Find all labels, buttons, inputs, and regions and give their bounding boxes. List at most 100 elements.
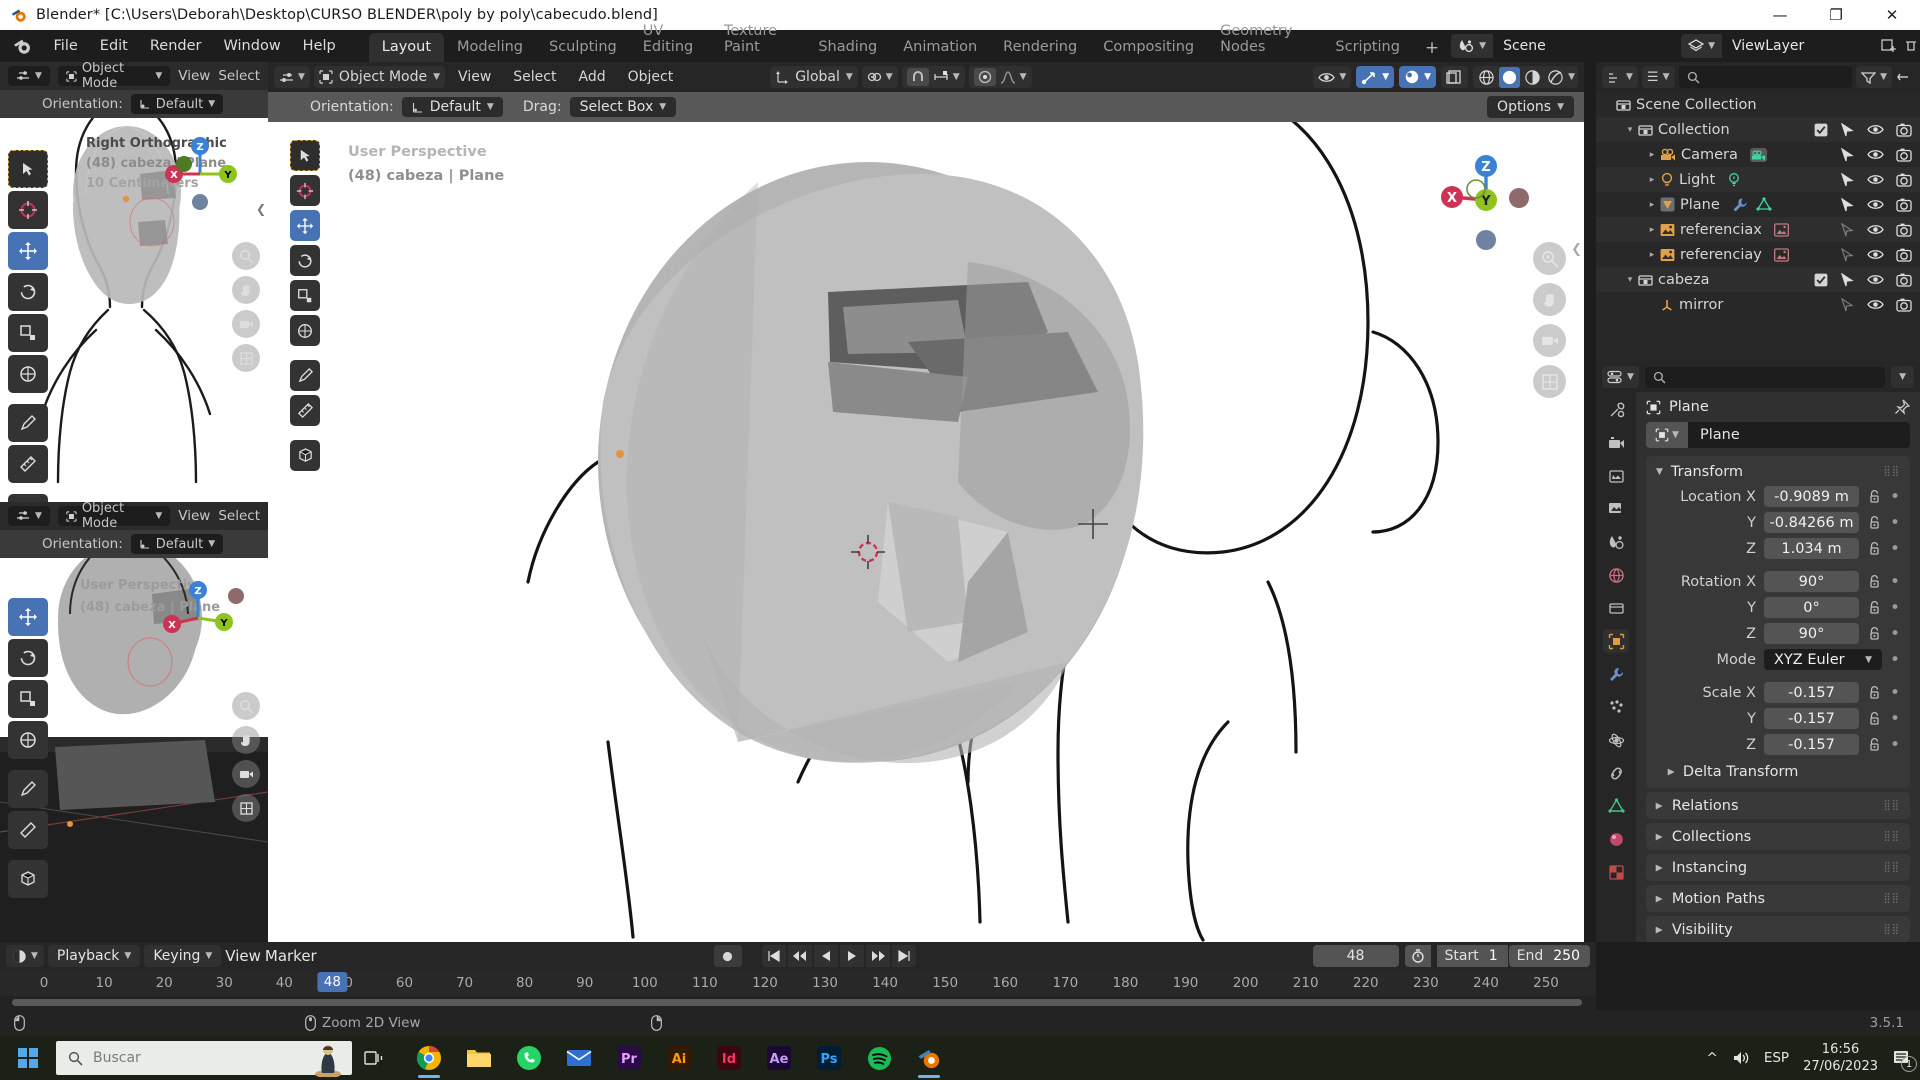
tab-constraints[interactable] [1603,761,1629,785]
view-layer-name-field[interactable]: ViewLayer [1722,34,1872,58]
outliner-row-referenciax[interactable]: ▸ referenciax [1596,217,1920,242]
hide-in-viewport-toggle[interactable] [1867,148,1884,161]
orientation-dropdown[interactable]: Default ▼ [401,97,503,117]
tool-measure[interactable] [8,445,48,483]
viewport-menu-add[interactable]: Add [569,67,614,87]
panel-visibility[interactable]: ▼ Visibility ⣿⣿ [1646,916,1910,942]
tab-scripting[interactable]: Scripting [1322,33,1412,62]
camera-view-icon[interactable] [1533,324,1566,357]
hide-in-viewport-toggle[interactable] [1867,298,1884,311]
camera-view-icon[interactable] [232,310,260,338]
overlays-toggle[interactable]: ▼ [1399,66,1437,88]
scene-browse-button[interactable]: ▼ [1451,34,1494,58]
tool-cursor[interactable] [8,191,48,229]
toggle-ortho-icon[interactable] [232,344,260,372]
image-data-icon[interactable] [1773,222,1789,237]
panel-relations[interactable]: ▼ Relations ⣿⣿ [1646,792,1910,819]
property-value-input[interactable]: -0.84266 m [1764,512,1859,533]
drag-handle-icon[interactable]: ⣿⣿ [1883,467,1900,477]
tab-shading[interactable]: Shading [805,33,890,62]
viewport-menu-view[interactable]: View [449,67,500,87]
gizmo-toggle[interactable]: ▼ [1356,66,1395,88]
outliner-row-mirror[interactable]: mirror [1596,292,1920,317]
volume-icon[interactable] [1732,1050,1750,1066]
tab-layout[interactable]: Layout [368,33,445,62]
navigation-gizmo-main[interactable]: Z X Y [1424,136,1544,256]
animate-property-dot[interactable]: • [1890,736,1900,753]
scene-name-field[interactable]: Scene [1493,34,1664,58]
mesh-data-icon[interactable] [1756,197,1772,212]
wireframe-shading-icon[interactable] [1476,67,1497,88]
outliner-row-camera[interactable]: ▸ Camera [1596,142,1920,167]
interaction-mode-dropdown[interactable]: Object Mode ▼ [313,66,446,88]
blender-menu-logo-icon[interactable] [12,35,33,57]
taskbar-app-whatsapp[interactable] [506,1036,552,1080]
property-value-input[interactable]: -0.9089 m [1764,486,1859,507]
property-value-input[interactable]: 1.034 m [1764,538,1859,559]
falloff-curve-icon[interactable] [1000,70,1016,84]
jump-to-start-button[interactable] [761,945,786,967]
next-keyframe-button[interactable] [865,945,890,967]
viewport-main[interactable]: ▼ Object Mode ▼ View Select Add Object G… [268,62,1584,942]
camera-view-icon[interactable] [232,760,260,788]
hide-in-viewport-toggle[interactable] [1867,173,1884,186]
timeline-playhead[interactable]: 48 [317,972,347,992]
animate-property-dot[interactable]: • [1890,573,1900,590]
drag-handle-icon[interactable]: ⣿⣿ [1883,800,1900,810]
animate-property-dot[interactable]: • [1890,488,1900,505]
snap-magnet-icon[interactable] [906,68,929,86]
selectable-toggle[interactable] [1840,147,1855,162]
tool-move[interactable] [290,210,320,241]
tab-output[interactable] [1603,464,1629,488]
disable-in-renders-toggle[interactable] [1896,248,1912,262]
outliner-search-input[interactable] [1678,66,1853,88]
taskbar-app-file-explorer[interactable] [456,1036,502,1080]
navigation-gizmo-left-bottom[interactable]: Z X Y [140,560,250,670]
lock-icon[interactable] [1867,541,1882,556]
tool-select-box[interactable] [290,140,320,171]
expand-triangle-icon[interactable]: ▸ [1646,225,1658,235]
task-view-button[interactable] [352,1036,398,1080]
expand-triangle-icon[interactable]: ▸ [1646,250,1658,260]
tab-object[interactable] [1603,629,1629,653]
outliner-row-scene-collection[interactable]: Scene Collection [1596,92,1920,117]
tab-physics[interactable] [1603,728,1629,752]
animate-property-dot[interactable]: • [1890,514,1900,531]
property-value-input[interactable]: -0.157 [1764,682,1859,703]
tool-move[interactable] [8,232,48,270]
taskbar-app-indesign[interactable]: Id [706,1036,752,1080]
tool-annotate[interactable] [8,770,48,808]
tool-annotate[interactable] [290,360,320,391]
property-value-input[interactable]: -0.157 [1764,708,1859,729]
rendered-shading-icon[interactable] [1545,67,1566,88]
disable-in-renders-toggle[interactable] [1896,123,1912,137]
viewport-left-bottom-menu-select[interactable]: Select [218,508,260,524]
timeline-track[interactable] [0,996,1596,1010]
taskbar-app-chrome[interactable] [406,1036,452,1080]
animate-property-dot[interactable]: • [1890,684,1900,701]
interaction-mode-dropdown[interactable]: Object Mode ▼ [57,502,171,531]
xray-toggle[interactable] [1441,66,1469,88]
proportional-editing-icon[interactable] [973,68,996,86]
menu-window[interactable]: Window [213,34,292,58]
animate-property-dot[interactable]: • [1890,540,1900,557]
property-value-input[interactable]: 0° [1764,597,1859,618]
pin-icon[interactable] [1894,399,1910,415]
taskbar-app-blender[interactable] [906,1036,952,1080]
auto-keying-toggle[interactable] [713,945,742,967]
tab-world[interactable] [1603,563,1629,587]
tab-animation[interactable]: Animation [890,33,990,62]
taskbar-app-spotify[interactable] [856,1036,902,1080]
tool-transform[interactable] [8,721,48,759]
hide-in-viewport-toggle[interactable] [1867,223,1884,236]
panel-collections[interactable]: ▼ Collections ⣿⣿ [1646,823,1910,850]
lock-icon[interactable] [1867,574,1882,589]
expand-triangle-icon[interactable]: ▾ [1624,125,1636,135]
property-value-input[interactable]: 90° [1764,623,1859,644]
properties-search-input[interactable] [1644,366,1886,388]
tool-rotate[interactable] [8,273,48,311]
tab-uv-editing[interactable]: UV Editing [630,17,711,62]
tool-scale[interactable] [8,314,48,352]
selectable-toggle[interactable] [1840,272,1855,287]
editor-type-button[interactable]: ▼ [1602,366,1639,388]
